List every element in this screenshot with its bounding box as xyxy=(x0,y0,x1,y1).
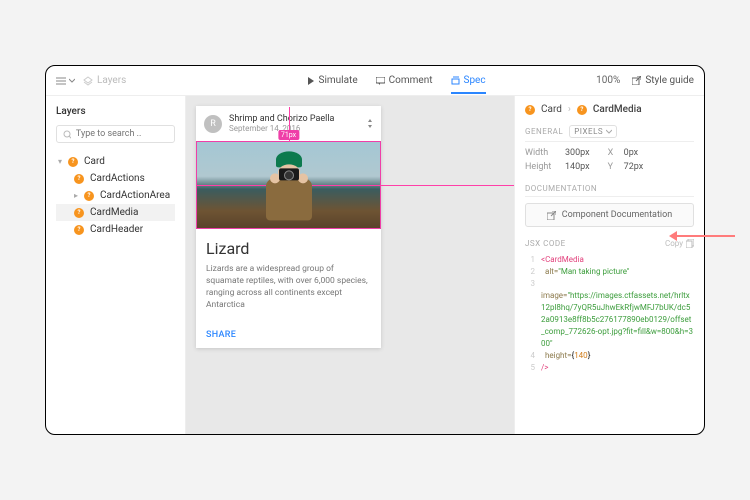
component-documentation-button[interactable]: Component Documentation xyxy=(525,203,694,227)
tab-simulate[interactable]: Simulate xyxy=(307,75,358,86)
layers-icon xyxy=(83,76,93,86)
x-label: X xyxy=(608,148,618,158)
inspector: ? Card › ? CardMedia GENERAL PIXELS Widt… xyxy=(514,96,704,434)
card-title: Shrimp and Chorizo Paella xyxy=(229,114,361,124)
copy-icon xyxy=(686,239,694,248)
section-jsx-code: JSX CODE xyxy=(525,239,566,248)
more-icon[interactable] xyxy=(368,118,373,129)
width-value: 300px xyxy=(565,148,590,158)
external-icon xyxy=(547,211,556,220)
canvas[interactable]: R Shrimp and Chorizo Paella September 14… xyxy=(186,96,514,434)
breadcrumb-current: CardMedia xyxy=(593,104,642,115)
menu-icon[interactable] xyxy=(56,77,75,85)
media-image xyxy=(260,151,318,221)
units-select[interactable]: PIXELS xyxy=(569,125,617,138)
search-input-wrap[interactable] xyxy=(56,125,175,143)
tree-item-cardactionarea[interactable]: ▸ ? CardActionArea xyxy=(56,187,175,204)
comment-icon xyxy=(376,77,385,85)
topbar: Layers Simulate Comment Spec 100% Style … xyxy=(46,66,704,96)
width-label: Width xyxy=(525,148,559,158)
breadcrumb-parent[interactable]: Card xyxy=(541,104,562,115)
chevron-down-icon xyxy=(606,129,612,134)
section-general: GENERAL xyxy=(525,127,563,136)
search-icon xyxy=(63,130,71,139)
card-body-text: Lizards are a widespread group of squama… xyxy=(206,264,371,312)
chevron-right-icon: › xyxy=(568,104,571,115)
tab-comment[interactable]: Comment xyxy=(376,75,433,86)
chevron-right-icon: ▸ xyxy=(74,191,78,200)
card-media[interactable]: 71px xyxy=(196,141,381,229)
sidebar: Layers ▾ ? Card ? CardActions ▸ ? Ca xyxy=(46,96,186,434)
avatar: R xyxy=(204,115,222,133)
card-body-title: Lizard xyxy=(206,239,371,258)
layers-toggle[interactable]: Layers xyxy=(83,75,126,86)
component-icon: ? xyxy=(74,174,84,184)
height-label: Height xyxy=(525,162,559,172)
play-icon xyxy=(307,77,315,85)
y-label: Y xyxy=(608,162,618,172)
style-guide-button[interactable]: Style guide xyxy=(632,75,694,86)
measure-tag: 71px xyxy=(278,130,299,140)
card-preview: R Shrimp and Chorizo Paella September 14… xyxy=(196,106,381,348)
component-icon: ? xyxy=(525,105,535,115)
section-documentation: DOCUMENTATION xyxy=(525,184,597,193)
component-icon: ? xyxy=(84,191,94,201)
component-icon: ? xyxy=(74,225,84,235)
layers-label: Layers xyxy=(97,75,126,86)
code-block[interactable]: 1<CardMedia 2 alt="Man taking picture" 3… xyxy=(525,254,694,374)
component-icon: ? xyxy=(74,208,84,218)
search-input[interactable] xyxy=(76,129,168,139)
breadcrumb: ? Card › ? CardMedia xyxy=(525,104,694,115)
tree-item-cardmedia[interactable]: ? CardMedia xyxy=(56,204,175,221)
measure-ruler-h xyxy=(197,185,514,186)
annotation-arrow xyxy=(675,235,735,237)
tree-item-cardheader[interactable]: ? CardHeader xyxy=(56,221,175,238)
tree-item-cardactions[interactable]: ? CardActions xyxy=(56,170,175,187)
component-icon: ? xyxy=(68,157,78,167)
component-icon: ? xyxy=(577,105,587,115)
external-icon xyxy=(632,76,641,85)
tree-item-card[interactable]: ▾ ? Card xyxy=(56,153,175,170)
y-value: 72px xyxy=(624,162,644,172)
tab-spec[interactable]: Spec xyxy=(451,75,486,94)
height-value: 140px xyxy=(565,162,590,172)
share-button[interactable]: SHARE xyxy=(196,322,381,348)
spec-icon xyxy=(451,76,460,85)
chevron-down-icon xyxy=(69,78,75,84)
x-value: 0px xyxy=(624,148,639,158)
zoom-level[interactable]: 100% xyxy=(596,75,620,86)
chevron-down-icon: ▾ xyxy=(58,157,62,166)
sidebar-title: Layers xyxy=(56,106,175,117)
